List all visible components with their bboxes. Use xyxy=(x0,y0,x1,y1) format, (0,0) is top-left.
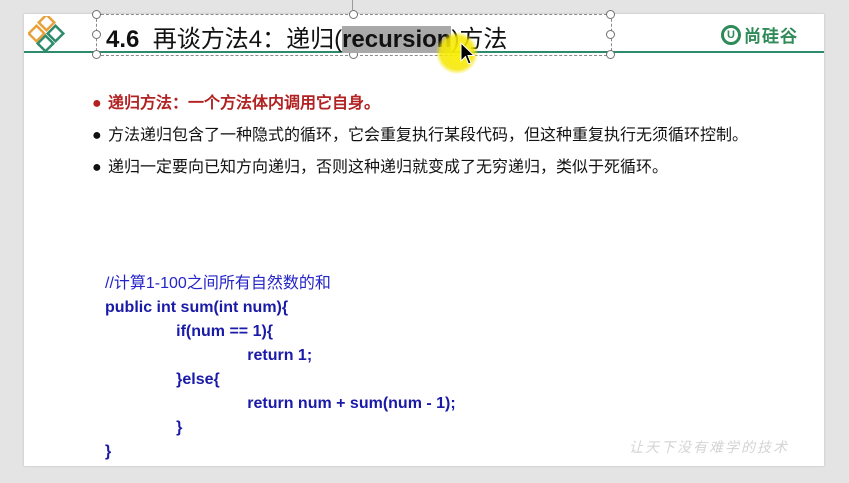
code-line: if(num == 1){ xyxy=(105,323,274,340)
bullet-dot: ● xyxy=(92,95,102,112)
title-highlight: recursion xyxy=(342,26,452,53)
code-line: return 1; xyxy=(105,347,313,364)
mouse-pointer-icon xyxy=(460,42,476,65)
title-number: 4.6 xyxy=(106,26,140,53)
resize-handle-br[interactable] xyxy=(606,50,615,59)
brand-icon: U xyxy=(721,24,741,45)
resize-handle-mr[interactable] xyxy=(606,30,615,39)
resize-handle-tm[interactable] xyxy=(349,10,358,19)
resize-handle-tl[interactable] xyxy=(92,10,101,19)
resize-handle-ml[interactable] xyxy=(92,30,101,39)
ruler-guide xyxy=(352,0,353,10)
bullet-text: 递归方法：一个方法体内调用它自身。 xyxy=(108,95,381,112)
slide[interactable]: 4.6 再谈方法4：递归(recursion)方法 U 尚硅谷 ● 递归方法：一… xyxy=(24,10,824,466)
watermark-text: 让天下没有难学的技术 xyxy=(629,440,789,456)
code-block[interactable]: //计算1-100之间所有自然数的和 public int sum(int nu… xyxy=(105,248,456,464)
bullet-dot: ● xyxy=(92,127,102,144)
bullet-item: ● 递归一定要向已知方向递归，否则这种递归就变成了无穷递归，类似于死循环。 xyxy=(92,158,772,178)
code-line: } xyxy=(105,419,183,436)
bullet-dot: ● xyxy=(92,159,102,176)
bullet-item: ● 方法递归包含了一种隐式的循环，它会重复执行某段代码，但这种重复执行无须循环控… xyxy=(92,126,772,146)
resize-handle-bl[interactable] xyxy=(92,50,101,59)
brand-logo: U 尚硅谷 xyxy=(721,22,798,47)
code-comment: //计算1-100之间所有自然数的和 xyxy=(105,275,331,292)
bullet-text: 方法递归包含了一种隐式的循环，它会重复执行某段代码，但这种重复执行无须循环控制。 xyxy=(108,127,749,144)
code-line: public int sum(int num){ xyxy=(105,299,289,316)
bullet-list: ● 递归方法：一个方法体内调用它自身。 ● 方法递归包含了一种隐式的循环，它会重… xyxy=(92,94,772,190)
brand-name: 尚硅谷 xyxy=(744,27,798,46)
code-line: } xyxy=(105,443,112,460)
bullet-item: ● 递归方法：一个方法体内调用它自身。 xyxy=(92,94,772,114)
resize-handle-tr[interactable] xyxy=(606,10,615,19)
title-prefix: 再谈方法4：递归( xyxy=(152,26,343,53)
code-line: return num + sum(num - 1); xyxy=(105,395,456,412)
code-line: }else{ xyxy=(105,371,220,388)
diamond-logo-icon xyxy=(28,16,66,54)
bullet-text: 递归一定要向已知方向递归，否则这种递归就变成了无穷递归，类似于死循环。 xyxy=(108,159,669,176)
